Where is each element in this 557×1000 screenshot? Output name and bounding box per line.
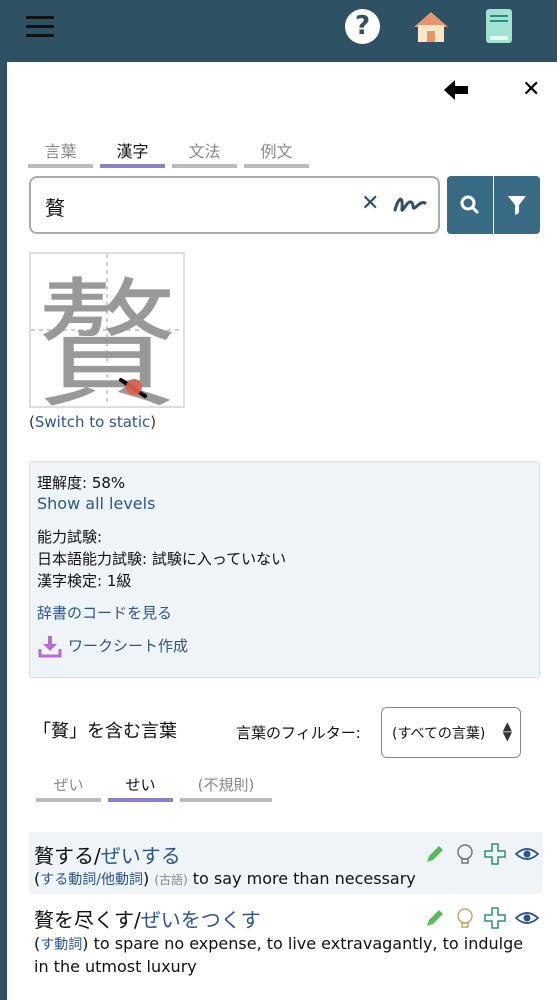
words-section-title: 「贅」を含む言葉 [33,721,177,742]
menu-icon[interactable] [26,16,54,38]
add-icon[interactable] [483,842,507,866]
entry-reading: ぜいをつくす [140,908,261,932]
entry-definition: (す動詞) to spare no expense, to live extra… [34,933,539,978]
worksheet-link[interactable]: ワークシート作成 [68,635,188,656]
archaic-tag: (古語) [154,873,188,887]
search-input[interactable]: 贅 ✕ [29,176,440,234]
search-button[interactable] [447,176,493,234]
top-bar: ? [0,0,557,60]
understanding-level: 理解度: 58% [37,474,126,492]
switch-link-close: ) [150,413,157,431]
switch-link-label[interactable]: Switch to static [35,413,150,431]
kanken-level: 漢字検定: 1級 [37,572,132,590]
kanji-info-box: 理解度: 58% Show all levels 能力試験: 日本語能力試験: … [29,461,540,678]
jlpt-level: 日本語能力試験: 試験に入っていない [37,550,287,568]
entry-word: 贅を尽くす [34,908,134,932]
search-icon [460,195,479,214]
close-icon[interactable]: ✕ [522,78,540,102]
pos-close: ) [142,869,150,888]
tab-reading-irregular[interactable]: (不規則) [180,772,272,802]
filter-button[interactable] [494,176,540,234]
tab-kanji[interactable]: 漢字 [100,136,165,168]
search-input-value[interactable]: 贅 [45,192,65,221]
add-icon[interactable] [483,906,507,930]
entry-meaning: to spare no expense, to live extravagant… [34,934,524,976]
filter-icon [508,196,526,215]
exam-heading: 能力試験: [37,528,103,546]
kanji-character: 贅 [37,265,177,406]
list-item[interactable]: 贅する/ぜいする (する動詞/他動詞) (古語) to say more tha… [29,832,543,894]
chevron-updown-icon: ▲ ▼ [502,719,512,743]
help-icon[interactable]: ? [345,9,380,44]
pos-close: ) [82,934,89,953]
pencil-icon[interactable] [423,842,447,866]
lightbulb-icon[interactable] [453,906,477,930]
eye-icon[interactable] [515,906,539,930]
tab-words[interactable]: 言葉 [28,136,93,168]
stroke-order-diagram[interactable]: 贅 [29,252,185,428]
dictionary-codes-link[interactable]: 辞書のコードを見る [37,602,172,623]
lightbulb-icon[interactable] [453,842,477,866]
word-filter-label: 言葉のフィルター: [236,724,361,742]
tab-reading-sei[interactable]: せい [108,772,173,802]
list-item[interactable]: 贅を尽くす/ぜいをつくす (す動詞) to spare no expense, … [29,898,543,988]
kanji-panel: ✕ 言葉 漢字 文法 例文 贅 ✕ 贅 (Switch to static) 理… [7,62,557,1000]
entry-word: 贅する [34,844,94,868]
word-filter-select[interactable]: (すべての言葉) ▲ ▼ [381,707,521,758]
home-icon[interactable] [412,10,450,44]
eye-icon[interactable] [515,842,539,866]
stroke-order-drawing: 贅 [31,254,183,428]
tab-reading-zei[interactable]: ぜい [36,772,101,802]
word-filter-value: (すべての言葉) [392,726,486,742]
back-arrow-icon[interactable] [444,79,468,101]
switch-to-static-link[interactable]: (Switch to static) [29,413,156,431]
entry-headword[interactable]: 贅する/ぜいする [34,840,181,869]
pencil-icon[interactable] [423,906,447,930]
entry-actions [423,906,539,932]
show-all-levels-link[interactable]: Show all levels [37,494,155,513]
book-icon[interactable] [484,8,514,44]
entry-actions [423,842,539,868]
part-of-speech[interactable]: す動詞 [40,937,82,953]
entry-definition: (する動詞/他動詞) (古語) to say more than necessa… [34,868,539,891]
clear-icon[interactable]: ✕ [361,191,379,216]
download-icon[interactable] [38,634,62,658]
handwriting-icon[interactable] [393,192,427,218]
entry-reading: ぜいする [100,844,181,868]
entry-headword[interactable]: 贅を尽くす/ぜいをつくす [34,904,261,933]
part-of-speech[interactable]: する動詞/他動詞 [40,872,143,888]
tab-grammar[interactable]: 文法 [172,136,237,168]
entry-meaning: to say more than necessary [192,869,416,888]
tab-sentences[interactable]: 例文 [244,136,309,168]
